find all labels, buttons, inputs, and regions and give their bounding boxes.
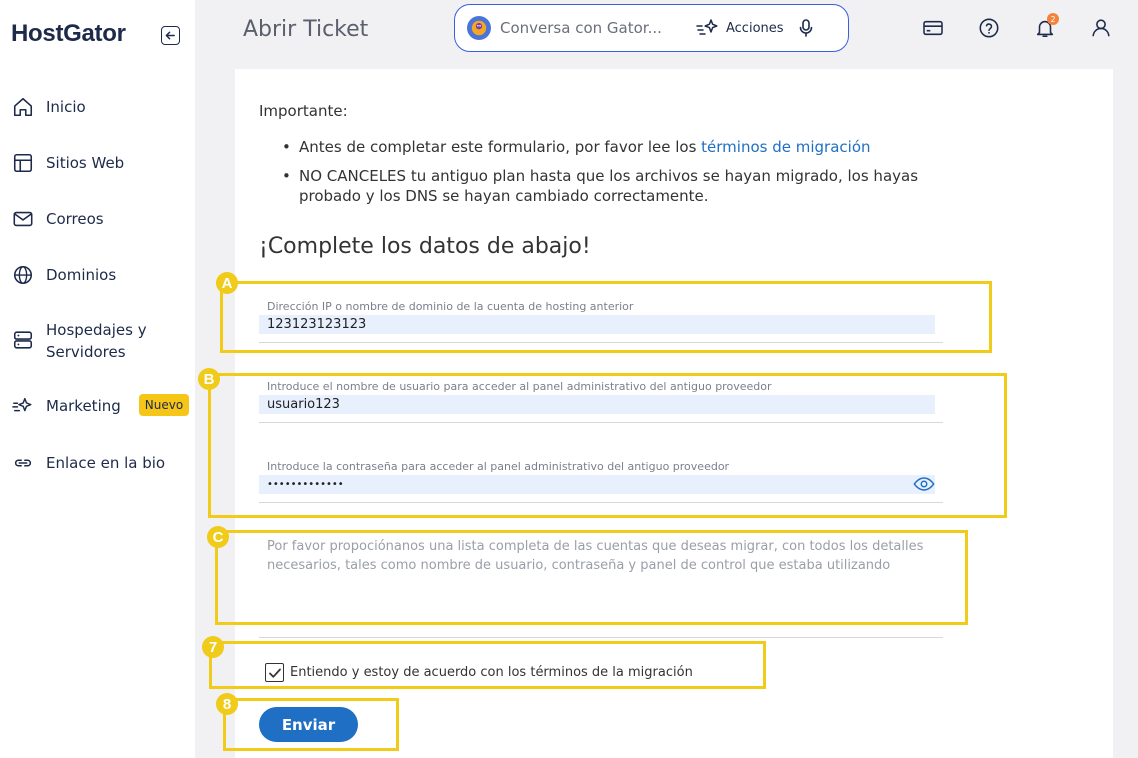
annotation-box-a: [220, 281, 992, 353]
sidebar-item-correos[interactable]: Correos: [11, 208, 104, 230]
sparkle-icon: [696, 19, 718, 35]
sidebar-item-sitios-web[interactable]: Sitios Web: [11, 152, 124, 174]
sidebar-item-label: Enlace en la bio: [46, 454, 166, 472]
annotation-box-b: [208, 373, 1007, 518]
hostgator-logo[interactable]: HostGator: [11, 20, 126, 48]
note-do-not-cancel: NO CANCELES tu antiguo plan hasta que lo…: [280, 166, 960, 206]
annotation-box-c: [215, 530, 968, 625]
mail-icon: [11, 208, 35, 230]
section-title: ¡Complete los datos de abajo!: [259, 234, 591, 259]
annotation-box-8: [223, 698, 399, 751]
migration-terms-link[interactable]: términos de migración: [701, 138, 870, 156]
sidebar-item-label: Inicio: [46, 98, 86, 116]
notifications-bell-icon[interactable]: 2: [1033, 13, 1059, 40]
layout-icon: [11, 152, 35, 174]
home-icon: [11, 96, 35, 118]
annotation-tag-c: C: [207, 526, 229, 548]
sidebar-item-label: Marketing: [46, 397, 121, 415]
sidebar-item-hospedajes[interactable]: Hospedajes y Servidores: [11, 319, 161, 363]
globe-icon: [11, 264, 35, 286]
sidebar-item-label: Hospedajes y Servidores: [46, 321, 147, 361]
new-badge: Nuevo: [138, 394, 190, 416]
important-notes: Antes de completar este formulario, por …: [280, 137, 960, 215]
sidebar-item-label: Sitios Web: [46, 154, 125, 172]
note-terms: Antes de completar este formulario, por …: [280, 137, 960, 157]
server-icon: [11, 329, 35, 351]
sidebar-item-marketing[interactable]: Marketing Nuevo: [11, 394, 190, 417]
annotation-box-7: [209, 641, 766, 689]
notifications-count-badge: 2: [1047, 13, 1059, 25]
sidebar: HostGator Inicio Sitios Web Correos Domi…: [0, 0, 195, 758]
annotation-tag-b: B: [198, 368, 220, 390]
important-title: Importante:: [259, 102, 348, 120]
sparkle-icon: [11, 395, 35, 417]
gator-chat-input[interactable]: Conversa con Gator...: [500, 19, 672, 37]
link-icon: [11, 452, 35, 474]
user-profile-icon[interactable]: [1089, 16, 1113, 40]
arrow-left-icon: [165, 31, 175, 40]
help-icon[interactable]: [977, 16, 1001, 40]
actions-label: Acciones: [726, 20, 784, 36]
sidebar-item-label: Correos: [46, 210, 104, 228]
annotation-tag-7: 7: [202, 636, 224, 658]
page-title: Abrir Ticket: [243, 17, 369, 42]
gator-chat-bar[interactable]: Conversa con Gator... Acciones: [454, 4, 849, 52]
sidebar-item-dominios[interactable]: Dominios: [11, 264, 116, 286]
gator-avatar-icon: [467, 16, 491, 40]
note-terms-text: Antes de completar este formulario, por …: [299, 138, 702, 156]
sidebar-item-inicio[interactable]: Inicio: [11, 96, 86, 118]
annotation-tag-8: 8: [216, 693, 238, 715]
actions-button[interactable]: Acciones: [696, 18, 784, 38]
sidebar-item-label: Dominios: [46, 266, 117, 284]
collapse-sidebar-button[interactable]: [161, 26, 180, 45]
microphone-icon[interactable]: [798, 18, 814, 38]
annotation-tag-a: A: [216, 272, 238, 294]
sidebar-item-enlace-bio[interactable]: Enlace en la bio: [11, 452, 165, 474]
billing-card-icon[interactable]: [921, 16, 945, 40]
